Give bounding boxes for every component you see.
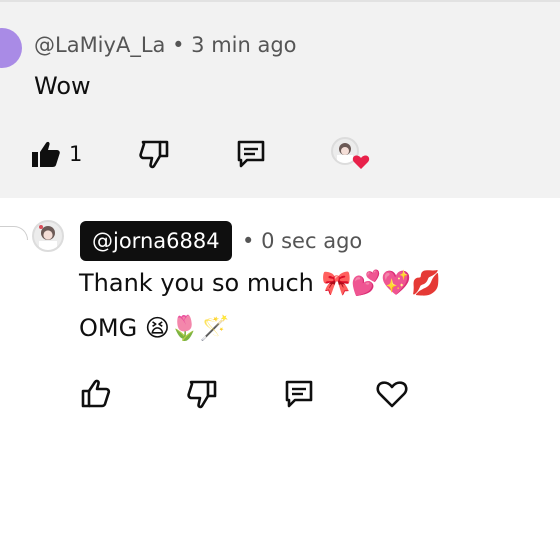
commenter-avatar[interactable] — [0, 28, 22, 68]
reply-like-button[interactable] — [78, 376, 114, 412]
reply-handle-chip[interactable]: @jorna6884 — [80, 221, 232, 261]
dislike-button[interactable] — [136, 136, 172, 172]
comment-time: 3 min ago — [191, 33, 297, 57]
thumbs-up-icon — [32, 141, 60, 167]
thumbs-down-icon — [187, 380, 217, 409]
reply-comment-icon — [237, 140, 265, 168]
reply-text-line1: Thank you so much 🎀💕💖💋 — [79, 269, 442, 297]
reply-reply-button[interactable] — [281, 376, 317, 412]
comment-handle[interactable]: @LaMiyA_La — [34, 33, 165, 57]
heart-button[interactable] — [374, 376, 410, 412]
replier-avatar[interactable] — [32, 220, 64, 252]
like-count: 1 — [69, 142, 83, 166]
comment-text: Wow — [34, 72, 91, 100]
creator-heart-badge[interactable] — [352, 154, 370, 170]
reply-button[interactable] — [233, 136, 269, 172]
heart-icon — [376, 381, 408, 408]
comment-card: @LaMiyA_La • 3 min ago Wow 1 — [0, 2, 560, 198]
like-button[interactable] — [30, 138, 62, 170]
thumbs-down-icon — [139, 140, 169, 169]
reply-thread-line — [0, 226, 28, 240]
separator-dot: • — [242, 229, 255, 253]
creator-heart-icon — [352, 155, 370, 169]
reply-meta: • 0 sec ago — [242, 229, 362, 253]
thumbs-up-icon — [81, 379, 111, 408]
reply-text-line2: OMG 😫🌷🪄 — [79, 314, 230, 342]
comment-meta: @LaMiyA_La • 3 min ago — [34, 33, 297, 57]
reply-comment-icon — [285, 380, 313, 408]
reply-time: 0 sec ago — [261, 229, 363, 253]
reply-dislike-button[interactable] — [184, 376, 220, 412]
separator-dot: • — [172, 33, 185, 57]
